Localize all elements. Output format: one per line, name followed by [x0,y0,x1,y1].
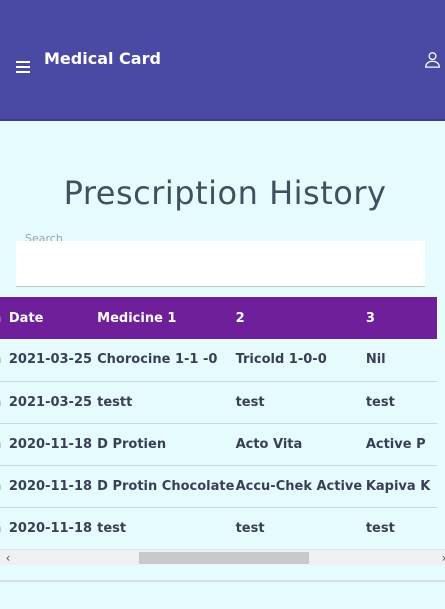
table-cell-medicine: Acto Vita [235,436,303,452]
column-header-3[interactable]: 3 [366,297,437,339]
table-cell: n [0,381,9,423]
user-icon[interactable] [424,51,441,68]
table-cell-medicine: test [235,394,265,410]
table-row[interactable]: n 2020-11-18 test test test [0,507,437,549]
horizontal-scrollbar[interactable]: ‹ › [0,549,445,565]
table-cell-medicine: D Protin Chocolate [97,478,235,494]
hamburger-menu-icon[interactable] [16,61,30,73]
table-cell-medicine: testt [97,394,133,410]
table-row[interactable]: n 2021-03-25 Chorocine 1-1 -0 Tricold 1-… [0,339,437,381]
scroll-right-icon[interactable]: › [436,550,445,566]
column-header[interactable]: n [0,297,9,339]
column-header-2[interactable]: 2 [236,297,366,339]
app-title: Medical Card [44,49,161,68]
table-cell-medicine: Nil [365,352,386,368]
prescription-table-container[interactable]: n Date Medicine 1 2 3 n 2021-03-25 Choro… [0,297,445,549]
table-cell-medicine: test [97,520,127,536]
table-cell: n [0,423,9,465]
table-cell-medicine: Active P [365,436,426,452]
table-row[interactable]: n 2021-03-25 testt test test [0,381,437,423]
table-cell-date: 2021-03-25 [8,352,93,368]
table-cell-date: 2021-03-25 [8,394,93,410]
app-header: Medical Card [0,0,445,121]
table-cell-medicine: test [235,520,265,536]
column-header-date[interactable]: Date [9,297,97,339]
scroll-left-icon[interactable]: ‹ [0,550,16,566]
table-cell-date: 2020-11-18 [8,520,93,536]
table-cell-medicine: test [365,520,395,536]
scrollbar-thumb[interactable] [139,552,309,564]
page-title: Prescription History [63,174,387,212]
table-row[interactable]: n 2020-11-18 D Protin Chocolate Accu-Che… [0,465,437,507]
table-cell: n [0,465,9,507]
table-cell-medicine: Tricold 1-0-0 [235,352,327,368]
table-cell-date: 2020-11-18 [8,478,93,494]
table-cell: n [0,339,9,381]
table-header-row: n Date Medicine 1 2 3 [0,297,437,339]
table-cell-medicine: D Protien [97,436,167,452]
table-cell-date: 2020-11-18 [8,436,93,452]
table-cell-medicine: Chorocine 1-1 -0 [97,352,218,368]
divider [0,580,445,582]
table-cell-medicine: Accu-Chek Active [235,478,363,494]
table-cell-medicine: test [365,394,395,410]
table-cell-medicine: Kapiva K [365,478,431,494]
table-cell: n [0,507,9,549]
column-header-medicine-1[interactable]: Medicine 1 [97,297,235,339]
prescription-table: n Date Medicine 1 2 3 n 2021-03-25 Choro… [0,297,437,549]
search-input[interactable] [16,241,425,287]
table-row[interactable]: n 2020-11-18 D Protien Acto Vita Active … [0,423,437,465]
